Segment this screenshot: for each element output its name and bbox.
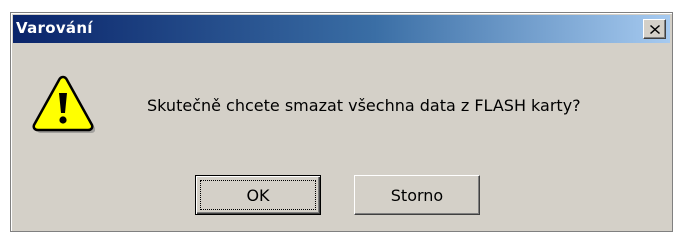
warning-icon [32, 75, 95, 133]
title-bar[interactable]: Varování [13, 15, 670, 43]
focus-ring [200, 180, 316, 210]
close-button[interactable] [643, 19, 666, 39]
warning-dialog: Varování Skutečně chcete smazat všechna … [10, 12, 673, 232]
ok-button[interactable]: OK [195, 175, 321, 215]
dialog-message: Skutečně chcete smazat všechna data z FL… [147, 96, 581, 115]
close-icon [649, 24, 660, 34]
cancel-button[interactable]: Storno [354, 175, 480, 215]
cancel-button-label: Storno [390, 185, 444, 205]
dialog-title: Varování [16, 19, 93, 37]
